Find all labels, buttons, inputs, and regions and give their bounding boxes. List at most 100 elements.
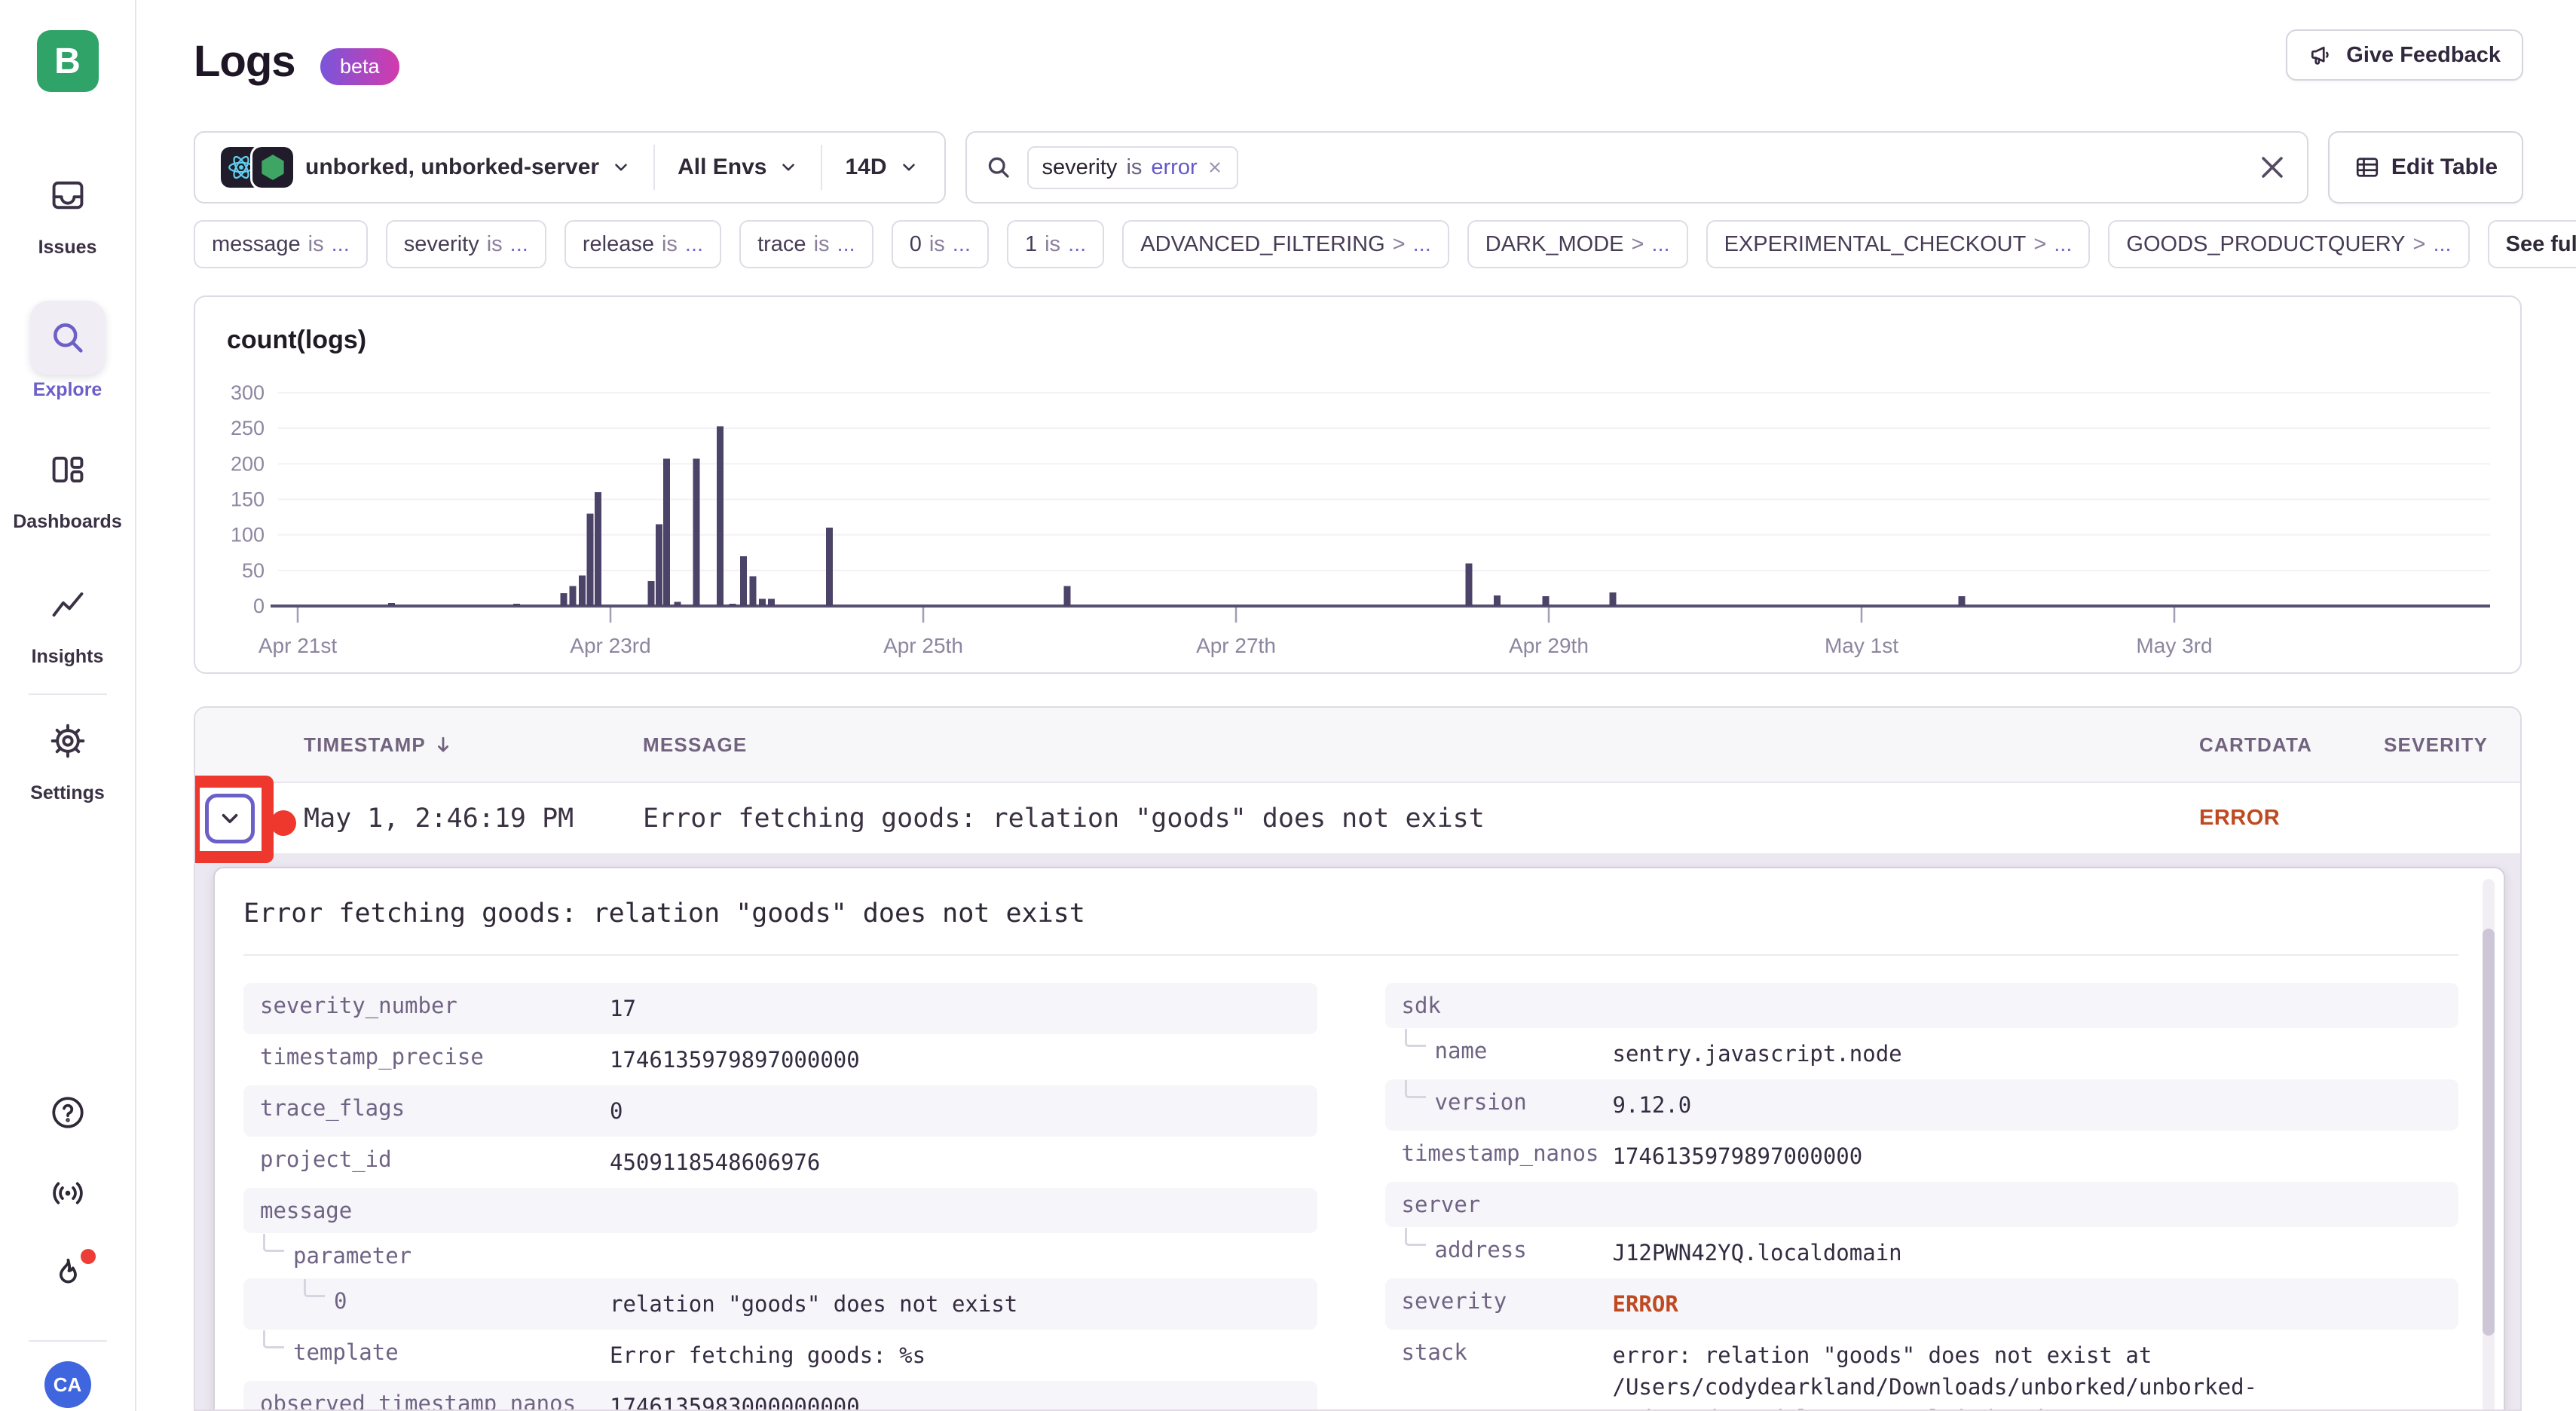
detail-divider [243,954,2458,956]
attribute-key: observed_timestamp_nanos [260,1391,610,1409]
attribute-key: server [1402,1192,1613,1217]
detail-attribute-sdk: sdk [1385,983,2459,1028]
column-header-cartdata[interactable]: CARTDATA [2199,733,2384,757]
svg-text:Apr 25th: Apr 25th [883,634,963,657]
svg-text:May 3rd: May 3rd [2136,634,2212,657]
row-expander-cell [195,783,304,853]
search-token-severity[interactable]: severity is error [1027,146,1238,189]
tree-connector [1405,1080,1426,1098]
filter-chip-severity[interactable]: severityis... [386,220,546,268]
attribute-key: name [1402,1038,1613,1064]
table-icon [2354,154,2381,181]
attribute-key: message [260,1198,610,1223]
search-input[interactable]: severity is error [965,131,2308,204]
broadcast-button[interactable] [49,1174,87,1216]
sidebar-item-dashboards[interactable]: Dashboards [0,433,135,533]
attribute-value: 1746135979897000000 [610,1044,860,1076]
detail-attribute-name: namesentry.javascript.node [1385,1028,2459,1079]
whats-new-button[interactable] [49,1255,87,1296]
token-remove-icon[interactable] [1207,159,1223,176]
footer-divider [29,1340,107,1342]
filter-chip-goods_productquery[interactable]: GOODS_PRODUCTQUERY>... [2108,220,2469,268]
detail-attribute-address: addressJ12PWN42YQ.localdomain [1385,1227,2459,1278]
tree-connector [263,1330,284,1348]
chevron-down-icon [611,158,631,177]
sidebar-item-insights[interactable]: Insights [0,568,135,668]
cell-message: Error fetching goods: relation "goods" d… [643,803,2199,834]
sidebar-item-label: Issues [38,237,97,259]
environment-selector[interactable]: All Envs [653,145,821,190]
filter-chip-experimental_checkout[interactable]: EXPERIMENTAL_CHECKOUT>... [1706,220,2091,268]
filter-chips-row: messageis... severityis... releaseis... tra… [194,220,2576,268]
annotation-dot [271,810,296,836]
attribute-value: ERROR [1613,1288,1678,1320]
expand-row-button[interactable] [205,794,255,843]
project-selector[interactable]: unborked, unborked-server [198,145,653,190]
attribute-key: timestamp_nanos [1402,1140,1613,1166]
detail-attribute-timestamp_precise: timestamp_precise1746135979897000000 [243,1034,1317,1085]
org-logo[interactable]: B [37,30,99,92]
detail-attribute-timestamp_nanos: timestamp_nanos1746135979897000000 [1385,1131,2459,1182]
attribute-value: 1746135979897000000 [1613,1140,1863,1172]
edit-table-button[interactable]: Edit Table [2328,131,2523,204]
svg-text:May 1st: May 1st [1825,634,1898,657]
detail-title: Error fetching goods: relation "goods" d… [243,898,2458,929]
detail-attribute-severity_number: severity_number17 [243,983,1317,1034]
svg-text:300: 300 [231,381,265,404]
filter-chip-message[interactable]: messageis... [194,220,368,268]
svg-text:200: 200 [231,452,265,475]
see-full-list-button[interactable]: See full list [2488,220,2576,268]
sidebar-item-explore[interactable]: Explore [0,301,135,401]
detail-attribute-trace_flags: trace_flags0 [243,1085,1317,1137]
filter-chip-1[interactable]: 1is... [1007,220,1104,268]
table-row[interactable]: May 1, 2:46:19 PM Error fetching goods: … [195,783,2520,855]
column-header-message[interactable]: MESSAGE [643,733,2199,757]
megaphone-icon [2308,41,2336,69]
help-button[interactable] [49,1094,87,1135]
chart-title: count(logs) [227,326,366,355]
detail-attribute-severity: severityERROR [1385,1278,2459,1330]
column-header-timestamp[interactable]: TIMESTAMP [304,733,643,757]
detail-attribute-stack: stackerror: relation "goods" does not ex… [1385,1330,2459,1409]
log-detail-panel: Error fetching goods: relation "goods" d… [213,867,2505,1409]
attribute-value: Error fetching goods: %s [610,1339,925,1371]
attribute-key: stack [1402,1339,1613,1365]
project-selector-value: unborked, unborked-server [305,155,599,180]
date-range-selector[interactable]: 14D [821,145,941,190]
svg-text:250: 250 [231,417,265,439]
filter-chip-trace[interactable]: traceis... [739,220,873,268]
give-feedback-button[interactable]: Give Feedback [2286,29,2523,81]
give-feedback-label: Give Feedback [2346,43,2501,68]
dashboards-icon [48,450,87,489]
filter-chip-release[interactable]: releaseis... [564,220,721,268]
sidebar-item-issues[interactable]: Issues [0,158,135,259]
avatar[interactable]: CA [44,1361,91,1408]
logs-table: TIMESTAMP MESSAGE CARTDATA SEVERITY May … [194,706,2522,1411]
attribute-key: version [1402,1089,1613,1115]
search-icon [985,154,1012,181]
attribute-key: timestamp_precise [260,1044,610,1070]
logs-count-chart: 050100150200250300Apr 21stApr 23rdApr 25… [194,295,2522,674]
svg-text:150: 150 [231,488,265,511]
nav-divider [29,693,107,695]
sort-desc-icon [432,733,454,756]
filter-chip-dark_mode[interactable]: DARK_MODE>... [1467,220,1688,268]
node-icon [252,147,293,188]
svg-text:50: 50 [242,559,265,582]
detail-scrollbar-thumb[interactable] [2483,929,2495,1336]
clear-search-button[interactable] [2256,151,2289,184]
attribute-value: 0 [610,1095,623,1127]
filter-chip-advanced_filtering[interactable]: ADVANCED_FILTERING>... [1122,220,1449,268]
detail-attribute-0: 0relation "goods" does not exist [243,1278,1317,1330]
sidebar-item-settings[interactable]: Settings [0,704,135,804]
issues-icon [48,176,87,215]
column-header-severity[interactable]: SEVERITY [2384,733,2520,757]
filter-chip-0[interactable]: 0is... [892,220,989,268]
sidebar-item-label: Explore [33,379,102,401]
broadcast-icon [49,1174,87,1212]
svg-text:Apr 21st: Apr 21st [259,634,337,657]
detail-attribute-server: server [1385,1182,2459,1227]
attribute-key: sdk [1402,993,1613,1018]
detail-attribute-message: message [243,1188,1317,1233]
attribute-key: severity_number [260,993,610,1018]
